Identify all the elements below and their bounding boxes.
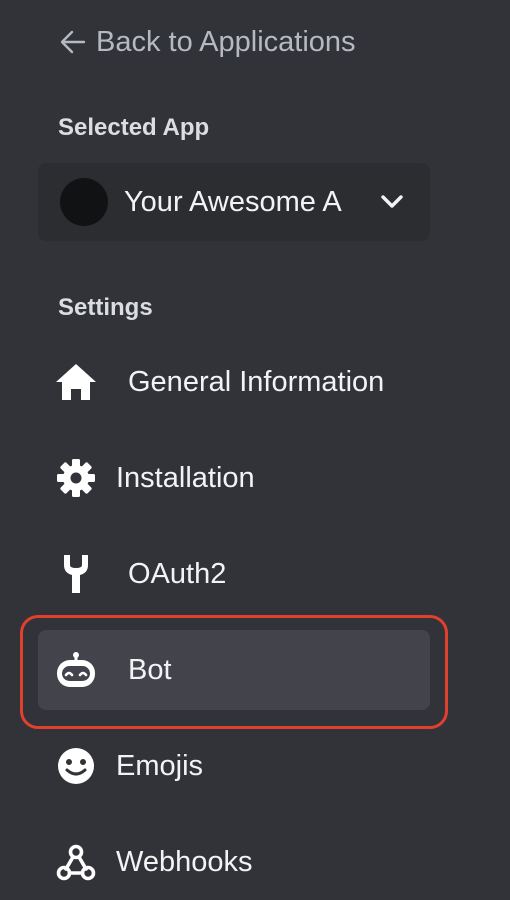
wrench-icon [54,552,98,596]
emoji-icon [54,744,98,788]
nav-item-label: Installation [116,461,255,494]
nav-item-label: Bot [128,653,172,686]
nav-item-label: OAuth2 [128,557,227,590]
nav-item-bot[interactable]: Bot [38,630,430,710]
app-name: Your Awesome A [124,185,342,218]
bot-icon [54,648,98,692]
nav-item-label: Emojis [116,749,204,782]
nav-item-installation[interactable]: Installation [38,438,430,518]
nav-item-emojis[interactable]: Emojis [38,726,430,806]
app-selector-dropdown[interactable]: Your Awesome A [38,163,430,241]
back-link-label: Back to Applications [96,25,356,58]
webhook-icon [54,840,98,884]
nav-item-webhooks[interactable]: Webhooks [38,822,430,900]
arrow-left-icon [60,29,86,55]
gear-icon [54,456,98,500]
nav-item-oauth2[interactable]: OAuth2 [38,534,430,614]
chevron-down-icon [380,194,404,210]
settings-heading: Settings [58,294,153,321]
nav-item-label: General Information [128,365,385,398]
nav-item-general-information[interactable]: General Information [38,342,430,422]
app-avatar [60,178,108,226]
nav-item-label: Webhooks [116,845,253,878]
selected-app-heading: Selected App [58,114,210,141]
home-icon [54,360,98,404]
developer-sidebar: Back to Applications Selected App Your A… [0,0,510,900]
back-to-applications-link[interactable]: Back to Applications [60,22,356,62]
